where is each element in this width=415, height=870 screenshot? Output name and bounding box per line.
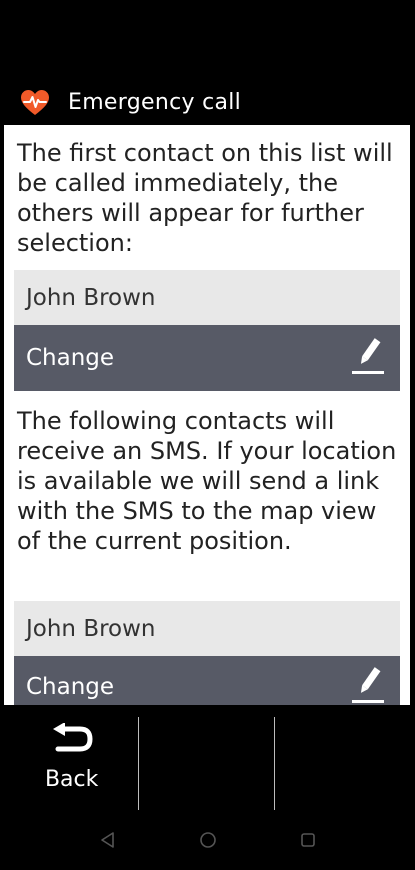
status-bar-area: [0, 0, 415, 80]
change-sms-contact-button[interactable]: Change: [14, 656, 400, 705]
phone-screen: Emergency call The first contact on this…: [0, 0, 415, 870]
heart-pulse-icon: [18, 86, 52, 120]
change-call-contact-button[interactable]: Change: [14, 325, 400, 391]
back-button-label: Back: [44, 767, 99, 792]
call-contact-name: John Brown: [26, 284, 156, 311]
call-contact-item[interactable]: John Brown: [14, 270, 400, 325]
empty-action-slot: [139, 705, 275, 812]
edit-pencil-icon: [350, 664, 386, 705]
change-button-label: Change: [26, 345, 115, 371]
system-navigation-bar: [0, 810, 415, 870]
nav-home-circle-icon[interactable]: [158, 831, 258, 849]
bottom-action-bar: Back: [4, 705, 410, 812]
nav-recents-square-icon[interactable]: [258, 831, 358, 849]
back-button[interactable]: Back: [4, 705, 140, 812]
sms-contact-name: John Brown: [26, 615, 156, 642]
nav-back-triangle-icon[interactable]: [58, 831, 158, 849]
change-button-label: Change: [26, 674, 115, 700]
sms-instruction-text: The following contacts will receive an S…: [17, 407, 397, 555]
page-title: Emergency call: [68, 90, 242, 115]
empty-action-slot: [275, 705, 410, 810]
edit-pencil-icon: [350, 335, 386, 381]
call-instruction-text: The first contact on this list will be c…: [17, 139, 393, 257]
main-content: The first contact on this list will be c…: [4, 125, 410, 705]
app-header: Emergency call: [4, 80, 410, 125]
back-arrow-icon: [50, 722, 94, 761]
sms-contact-item[interactable]: John Brown: [14, 601, 400, 656]
